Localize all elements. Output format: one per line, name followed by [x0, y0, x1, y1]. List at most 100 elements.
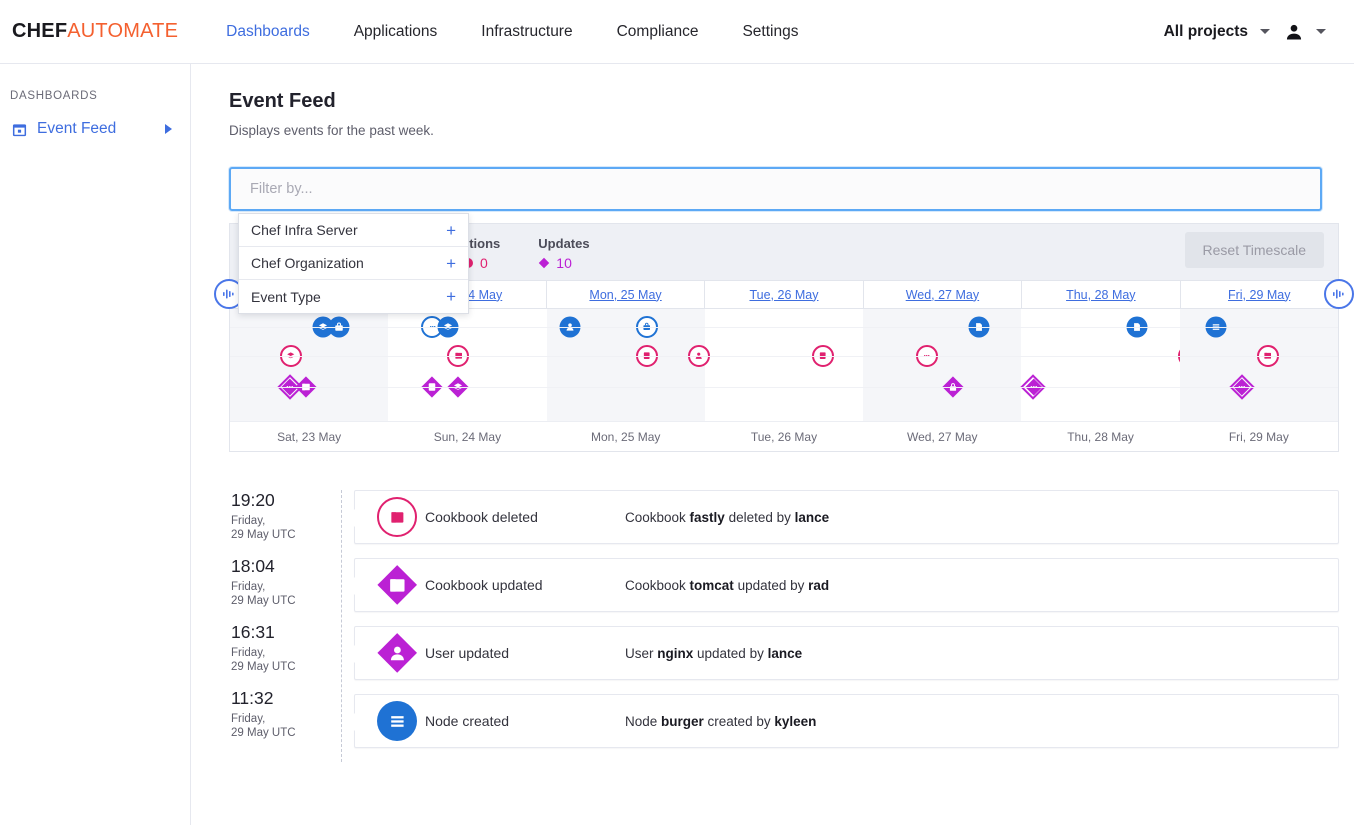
event-date: Friday,29 May UTC — [231, 581, 341, 609]
main-nav-links: Dashboards Applications Infrastructure C… — [204, 0, 820, 64]
timeline-axis-label: Tue, 26 May — [705, 430, 863, 444]
brand-automate-text: AUTOMATE — [67, 20, 178, 42]
dropdown-item-label: Chef Organization — [251, 255, 446, 271]
timeline-axis-labels: Sat, 23 MaySun, 24 MayMon, 25 MayTue, 26… — [230, 421, 1338, 451]
event-time: 19:20 — [231, 490, 341, 511]
stat-label: Updates — [538, 236, 589, 251]
timeline-axis-label: Fri, 29 May — [1180, 430, 1338, 444]
event-timestamp: 11:32 Friday,29 May UTC — [231, 688, 341, 754]
brand-logo[interactable]: CHEFAUTOMATE — [12, 20, 178, 43]
nav-right-controls: All projects — [1164, 22, 1354, 42]
main-content: Event Feed Displays events for the past … — [191, 64, 1354, 825]
diamond-marker-icon — [538, 257, 550, 269]
nav-link-dashboards[interactable]: Dashboards — [204, 0, 332, 64]
timeline-day-header: Mon, 25 May — [547, 281, 705, 308]
timeline-day-link[interactable]: Tue, 26 May — [749, 288, 818, 302]
timeline-day-column — [230, 309, 388, 421]
timeline-axis-label: Mon, 25 May — [547, 430, 705, 444]
caret-right-icon[interactable] — [165, 124, 172, 134]
dropdown-item-label: Chef Infra Server — [251, 222, 446, 238]
timeline-row-line — [230, 387, 1338, 388]
timeline-day-link[interactable]: Mon, 25 May — [589, 288, 661, 302]
event-time: 11:32 — [231, 688, 341, 709]
timeline-plot — [230, 309, 1338, 421]
event-timestamp: 16:31 Friday,29 May UTC — [231, 622, 341, 688]
nav-link-infrastructure[interactable]: Infrastructure — [459, 0, 594, 64]
event-times-column: 19:20 Friday,29 May UTC18:04 Friday,29 M… — [229, 490, 341, 762]
timeline-day-column — [547, 309, 705, 421]
brand-chef-text: CHEF — [12, 20, 67, 42]
event-description: Cookbook fastly deleted by lance — [625, 510, 829, 525]
stat-value: 0 — [480, 255, 488, 271]
sidebar-section-header: DASHBOARDS — [0, 90, 190, 102]
plus-icon[interactable]: + — [446, 222, 456, 239]
event-type-label: Cookbook deleted — [425, 509, 625, 525]
stat-updates: Updates 10 — [538, 236, 589, 271]
page-subtitle: Displays events for the past week. — [229, 123, 1338, 138]
event-rows-column: Cookbook deleted Cookbook fastly deleted… — [341, 490, 1339, 762]
timeline-axis-label: Wed, 27 May — [863, 430, 1021, 444]
filter-input[interactable] — [248, 180, 1299, 198]
event-feed-list: 19:20 Friday,29 May UTC18:04 Friday,29 M… — [229, 490, 1339, 762]
event-type-icon — [369, 701, 425, 741]
sidebar: DASHBOARDS Event Feed — [0, 64, 191, 825]
timescale-handle-right[interactable] — [1324, 279, 1354, 309]
timeline-day-column — [1021, 309, 1179, 421]
event-type-label: User updated — [425, 645, 625, 661]
page-body: DASHBOARDS Event Feed Event Feed Display… — [0, 64, 1354, 825]
chevron-down-profile-icon[interactable] — [1316, 29, 1326, 34]
page-title: Event Feed — [229, 90, 1338, 113]
event-date: Friday,29 May UTC — [231, 647, 341, 675]
timeline-day-link[interactable]: Thu, 28 May — [1066, 288, 1135, 302]
reset-timescale-button[interactable]: Reset Timescale — [1185, 232, 1324, 268]
nav-link-applications[interactable]: Applications — [332, 0, 460, 64]
timeline-day-header: Thu, 28 May — [1022, 281, 1180, 308]
timeline-day-column — [388, 309, 546, 421]
nav-link-settings[interactable]: Settings — [720, 0, 820, 64]
filter-dropdown-menu: Chef Infra Server + Chef Organization + … — [238, 213, 469, 314]
top-navigation-bar: CHEFAUTOMATE Dashboards Applications Inf… — [0, 0, 1354, 64]
event-type-label: Node created — [425, 713, 625, 729]
event-row[interactable]: Cookbook deleted Cookbook fastly deleted… — [354, 490, 1339, 544]
chevron-down-icon[interactable] — [1260, 29, 1270, 34]
event-description: Cookbook tomcat updated by rad — [625, 578, 829, 593]
event-description: User nginx updated by lance — [625, 646, 802, 661]
filter-input-wrapper[interactable] — [229, 167, 1322, 211]
plus-icon[interactable]: + — [446, 255, 456, 272]
event-row[interactable]: User updated User nginx updated by lance — [354, 626, 1339, 680]
dropdown-item-chef-organization[interactable]: Chef Organization + — [239, 247, 468, 280]
stat-value-wrap: 10 — [538, 255, 589, 271]
event-type-label: Cookbook updated — [425, 577, 625, 593]
timeline-day-column — [705, 309, 863, 421]
projects-selector-label[interactable]: All projects — [1164, 23, 1248, 41]
timeline-axis-label: Sun, 24 May — [388, 430, 546, 444]
timeline-day-column — [863, 309, 1021, 421]
event-timestamp: 19:20 Friday,29 May UTC — [231, 490, 341, 556]
stat-value: 10 — [556, 255, 572, 271]
timeline-day-column — [1180, 309, 1338, 421]
sidebar-item-event-feed[interactable]: Event Feed — [0, 116, 190, 142]
event-type-icon — [369, 633, 425, 673]
timeline-axis-label: Sat, 23 May — [230, 430, 388, 444]
timescale-handle-icon — [222, 287, 236, 301]
event-description: Node burger created by kyleen — [625, 714, 816, 729]
timeline-day-link[interactable]: Wed, 27 May — [906, 288, 979, 302]
timeline-day-link[interactable]: Fri, 29 May — [1228, 288, 1291, 302]
event-time: 18:04 — [231, 556, 341, 577]
event-type-icon — [369, 565, 425, 605]
user-avatar-icon[interactable] — [1284, 22, 1304, 42]
event-row[interactable]: Node created Node burger created by kyle… — [354, 694, 1339, 748]
event-timestamp: 18:04 Friday,29 May UTC — [231, 556, 341, 622]
sidebar-item-label: Event Feed — [37, 120, 155, 138]
dropdown-item-label: Event Type — [251, 289, 446, 305]
event-time: 16:31 — [231, 622, 341, 643]
timeline-row-line — [230, 356, 1338, 357]
timescale-handle-icon — [1332, 287, 1346, 301]
dropdown-item-event-type[interactable]: Event Type + — [239, 280, 468, 313]
nav-link-compliance[interactable]: Compliance — [595, 0, 721, 64]
dropdown-item-chef-infra-server[interactable]: Chef Infra Server + — [239, 214, 468, 247]
plus-icon[interactable]: + — [446, 288, 456, 305]
event-row[interactable]: Cookbook updated Cookbook tomcat updated… — [354, 558, 1339, 612]
timeline-row-line — [230, 327, 1338, 328]
timeline-day-header: Tue, 26 May — [705, 281, 863, 308]
